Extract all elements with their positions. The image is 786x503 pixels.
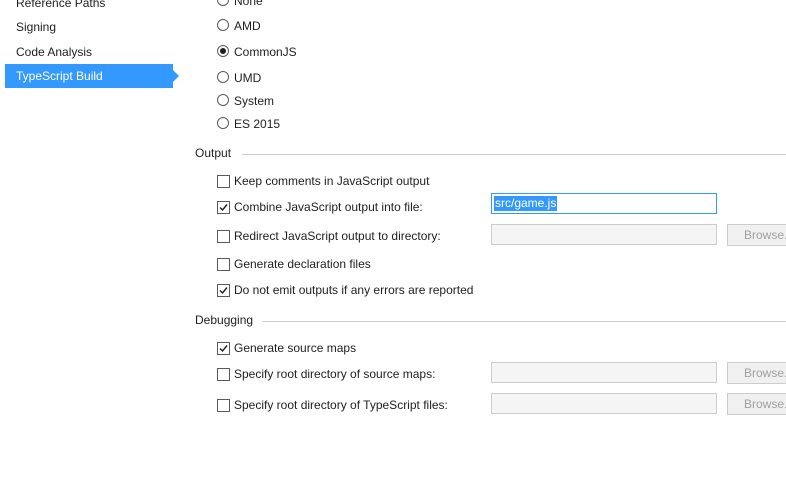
redirect-output-browse-button: Browse... xyxy=(727,224,786,246)
sidebar-item-reference-paths[interactable]: Reference Paths xyxy=(5,0,173,15)
map-root-label[interactable]: Specify root directory of source maps: xyxy=(234,367,435,381)
generate-declarations-checkbox[interactable] xyxy=(217,258,230,271)
checkmark-icon xyxy=(219,345,228,353)
sidebar-item-code-analysis[interactable]: Code Analysis xyxy=(5,40,173,64)
redirect-output-checkbox[interactable] xyxy=(217,230,230,243)
combine-output-label[interactable]: Combine JavaScript output into file: xyxy=(234,200,423,214)
radio-commonjs-label[interactable]: CommonJS xyxy=(234,45,297,59)
combine-output-file-input[interactable]: src/game.js xyxy=(491,193,717,214)
no-emit-on-error-label[interactable]: Do not emit outputs if any errors are re… xyxy=(234,283,473,297)
map-root-input xyxy=(491,362,717,383)
sidebar-item-typescript-build[interactable]: TypeScript Build xyxy=(5,64,179,88)
radio-es2015[interactable] xyxy=(217,117,229,129)
keep-comments-label[interactable]: Keep comments in JavaScript output xyxy=(234,174,429,188)
combine-output-file-value: src/game.js xyxy=(494,196,558,211)
radio-amd-label[interactable]: AMD xyxy=(234,19,261,33)
checkmark-icon xyxy=(219,204,228,212)
source-root-browse-button: Browse... xyxy=(727,393,786,415)
radio-none[interactable] xyxy=(217,0,229,6)
generate-declarations-label[interactable]: Generate declaration files xyxy=(234,257,371,271)
sidebar: Reference Paths Signing Code Analysis Ty… xyxy=(0,0,185,503)
radio-commonjs[interactable] xyxy=(217,45,229,57)
radio-system-label[interactable]: System xyxy=(234,94,274,108)
output-group-title: Output xyxy=(195,146,232,160)
debugging-group-divider xyxy=(262,321,786,322)
radio-amd[interactable] xyxy=(217,19,229,31)
sidebar-item-signing[interactable]: Signing xyxy=(5,15,173,39)
output-group-divider xyxy=(242,154,786,155)
keep-comments-checkbox[interactable] xyxy=(217,175,230,188)
combine-output-checkbox[interactable] xyxy=(217,201,230,214)
debugging-group-title: Debugging xyxy=(195,313,254,327)
checkmark-icon xyxy=(219,287,228,295)
redirect-output-label[interactable]: Redirect JavaScript output to directory: xyxy=(234,229,441,243)
source-root-input xyxy=(491,393,717,414)
redirect-output-directory-input xyxy=(491,224,717,245)
radio-system[interactable] xyxy=(217,94,229,106)
radio-es2015-label[interactable]: ES 2015 xyxy=(234,117,280,131)
source-root-label[interactable]: Specify root directory of TypeScript fil… xyxy=(234,398,448,412)
generate-source-maps-label[interactable]: Generate source maps xyxy=(234,341,356,355)
radio-umd-label[interactable]: UMD xyxy=(234,71,261,85)
source-root-checkbox[interactable] xyxy=(217,399,230,412)
radio-umd[interactable] xyxy=(217,71,229,83)
no-emit-on-error-checkbox[interactable] xyxy=(217,284,230,297)
generate-source-maps-checkbox[interactable] xyxy=(217,342,230,355)
map-root-checkbox[interactable] xyxy=(217,368,230,381)
radio-none-label[interactable]: None xyxy=(234,0,263,8)
map-root-browse-button: Browse... xyxy=(727,362,786,384)
